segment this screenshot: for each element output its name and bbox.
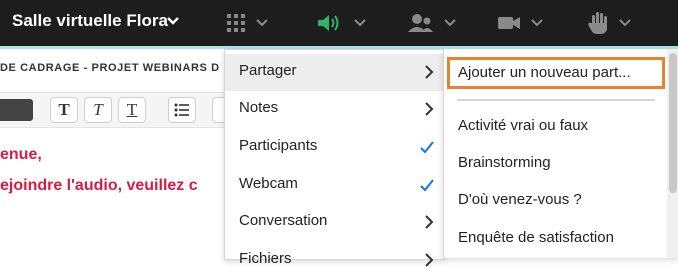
submenu-scrollbar[interactable] [667, 49, 678, 258]
document-title: DE CADRAGE - PROJET WEBINARS D [0, 62, 220, 74]
camera-icon [498, 17, 520, 29]
check-icon [420, 179, 434, 192]
menu-item-partager[interactable]: Partager [225, 54, 444, 91]
text-color-swatch[interactable] [0, 99, 33, 121]
submenu-item-add-new[interactable]: Ajouter un nouveau part... [458, 64, 631, 81]
top-bar: Salle virtuelle Flora [0, 0, 678, 46]
apps-dropdown-menu: Partager Notes Participants Webcam Conve… [224, 49, 445, 267]
list-button[interactable] [168, 97, 196, 123]
bold-button[interactable]: T [50, 97, 78, 123]
submenu-item-true-false[interactable]: Activité vrai ou faux [458, 117, 588, 134]
camera-menu-button[interactable] [497, 10, 543, 36]
menu-item-participants[interactable]: Participants [225, 129, 444, 166]
webcam-people-icon [408, 14, 433, 32]
chevron-down-icon [531, 19, 543, 27]
submenu-item-where-from[interactable]: D'où venez-vous ? [458, 191, 582, 208]
menu-item-label: Notes [239, 99, 279, 116]
menu-item-label: Webcam [239, 175, 298, 192]
menu-item-label: Conversation [239, 212, 328, 229]
underline-button[interactable]: T [118, 97, 146, 123]
menu-item-webcam[interactable]: Webcam [225, 167, 444, 204]
menu-item-notes[interactable]: Notes [225, 91, 444, 128]
check-icon [420, 141, 434, 154]
room-chevron-down-icon[interactable] [166, 16, 180, 26]
chevron-down-icon [444, 19, 456, 27]
chevron-right-icon [425, 102, 434, 116]
chevron-down-icon [619, 19, 631, 27]
menu-item-conversation[interactable]: Conversation [225, 204, 444, 241]
menu-item-fichiers[interactable]: Fichiers [225, 242, 444, 279]
raise-hand-menu-button[interactable] [587, 10, 631, 36]
grid-icon [227, 14, 245, 32]
menu-item-label: Fichiers [239, 250, 292, 267]
raise-hand-icon [588, 12, 607, 34]
italic-button[interactable]: T [84, 97, 112, 123]
submenu-item-brainstorming[interactable]: Brainstorming [458, 154, 551, 171]
menu-item-label: Partager [239, 62, 297, 79]
submenu-item-satisfaction-survey[interactable]: Enquête de satisfaction [458, 229, 614, 246]
text-format-toolbar: T T T [0, 92, 231, 128]
scrollbar-thumb[interactable] [669, 53, 677, 193]
chevron-down-icon [256, 19, 268, 27]
room-title[interactable]: Salle virtuelle Flora [12, 11, 168, 31]
document-line-1: enue, [0, 146, 42, 163]
participants-menu-button[interactable] [406, 10, 456, 36]
speaker-icon [318, 15, 339, 31]
submenu-divider [457, 99, 655, 101]
chevron-right-icon [425, 253, 434, 267]
chevron-right-icon [425, 65, 434, 79]
audio-menu-button[interactable] [316, 10, 366, 36]
share-submenu: Ajouter un nouveau part... Activité vrai… [443, 49, 678, 258]
apps-menu-button[interactable] [226, 10, 268, 36]
bullet-list-icon [174, 103, 189, 117]
document-line-2: ejoindre l'audio, veuillez c [0, 177, 198, 194]
chevron-down-icon [354, 19, 366, 27]
menu-item-label: Participants [239, 137, 318, 154]
chevron-right-icon [425, 215, 434, 229]
